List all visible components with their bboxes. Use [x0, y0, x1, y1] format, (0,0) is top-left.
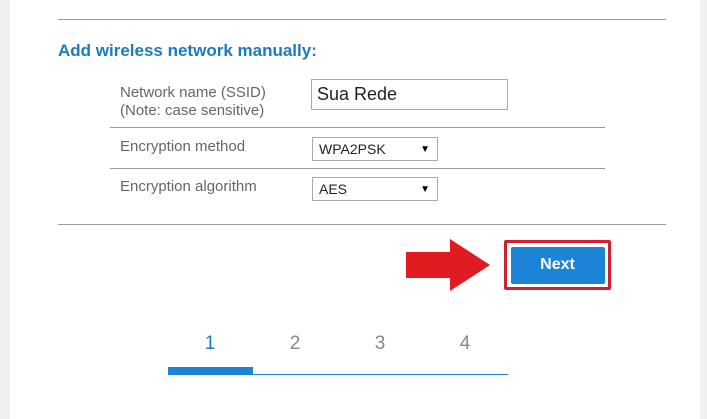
row-divider: [110, 127, 605, 128]
form-bottom-divider: [58, 224, 666, 225]
step-4: 4: [459, 333, 471, 354]
next-button-highlight: Next: [504, 240, 611, 290]
dropdown-arrow-icon: ▼: [420, 144, 430, 155]
step-2: 2: [289, 333, 301, 354]
ssid-label-note: (Note: case sensitive): [120, 102, 265, 119]
encryption-method-select[interactable]: WPA2PSK ▼: [312, 137, 438, 161]
encryption-method-label: Encryption method: [120, 138, 246, 155]
red-arrow-icon: [406, 239, 490, 291]
ssid-label-line1: Network name (SSID): [120, 84, 266, 101]
dropdown-arrow-icon: ▼: [420, 184, 430, 195]
progress-fill: [168, 367, 253, 375]
step-3: 3: [374, 333, 386, 354]
ssid-input[interactable]: [311, 79, 508, 110]
row-divider: [110, 168, 605, 169]
encryption-algorithm-value: AES: [319, 181, 348, 197]
step-1: 1: [204, 333, 216, 354]
ssid-label: Network name (SSID) (Note: case sensitiv…: [120, 84, 266, 120]
next-button[interactable]: Next: [510, 246, 605, 284]
wizard-panel: [10, 0, 700, 419]
encryption-algorithm-select[interactable]: AES ▼: [312, 177, 438, 201]
encryption-algorithm-label: Encryption algorithm: [120, 178, 257, 195]
encryption-method-value: WPA2PSK: [319, 141, 386, 157]
section-heading: Add wireless network manually:: [58, 41, 317, 60]
top-divider: [58, 19, 666, 20]
